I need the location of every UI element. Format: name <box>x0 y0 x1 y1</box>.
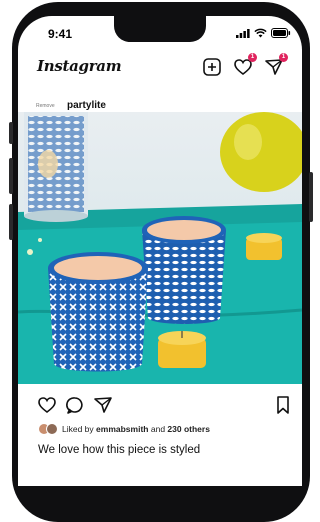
battery-icon <box>271 28 291 38</box>
new-post-button[interactable] <box>201 56 223 78</box>
liker-avatar <box>46 423 58 435</box>
save-button[interactable] <box>272 394 294 416</box>
likes-summary: Liked by emmabsmith and 230 others <box>38 423 210 435</box>
phone-screen: 9:41 Instagram 1 1 Remove partylite Like… <box>18 16 302 486</box>
instagram-logo[interactable]: Instagram <box>37 57 122 75</box>
comment-icon <box>66 397 83 414</box>
heart-icon <box>38 397 56 414</box>
notch <box>114 16 206 42</box>
wifi-icon <box>254 28 267 38</box>
liked-by-count[interactable]: 230 others <box>167 424 210 434</box>
paper-plane-icon <box>94 397 112 413</box>
share-button[interactable] <box>92 394 114 416</box>
activity-button[interactable]: 1 <box>232 53 257 78</box>
post-photo[interactable] <box>18 112 302 384</box>
post-caption: We love how this piece is styled <box>38 444 201 456</box>
mute-switch <box>9 122 13 144</box>
activity-badge: 1 <box>248 53 257 62</box>
liked-by-and: and <box>150 424 166 434</box>
volume-up-button <box>9 158 13 194</box>
direct-badge: 1 <box>279 53 288 62</box>
comment-button[interactable] <box>64 394 86 416</box>
liked-by-prefix: Liked by <box>62 424 94 434</box>
status-time: 9:41 <box>48 27 73 41</box>
like-button[interactable] <box>36 394 58 416</box>
bookmark-icon <box>277 396 289 414</box>
post-username[interactable]: partylite <box>67 100 106 111</box>
post-photo-image <box>18 112 302 384</box>
app-header: Instagram 1 1 <box>18 50 302 90</box>
post-actions <box>18 394 302 418</box>
volume-down-button <box>9 204 13 240</box>
liked-by-user[interactable]: emmabsmith <box>96 424 148 434</box>
plus-square-icon <box>203 58 221 76</box>
cellular-signal-icon <box>236 28 250 38</box>
direct-messages-button[interactable]: 1 <box>263 53 288 78</box>
post-small-label: Remove <box>36 103 55 109</box>
status-icons <box>236 28 291 38</box>
power-button <box>309 172 313 222</box>
